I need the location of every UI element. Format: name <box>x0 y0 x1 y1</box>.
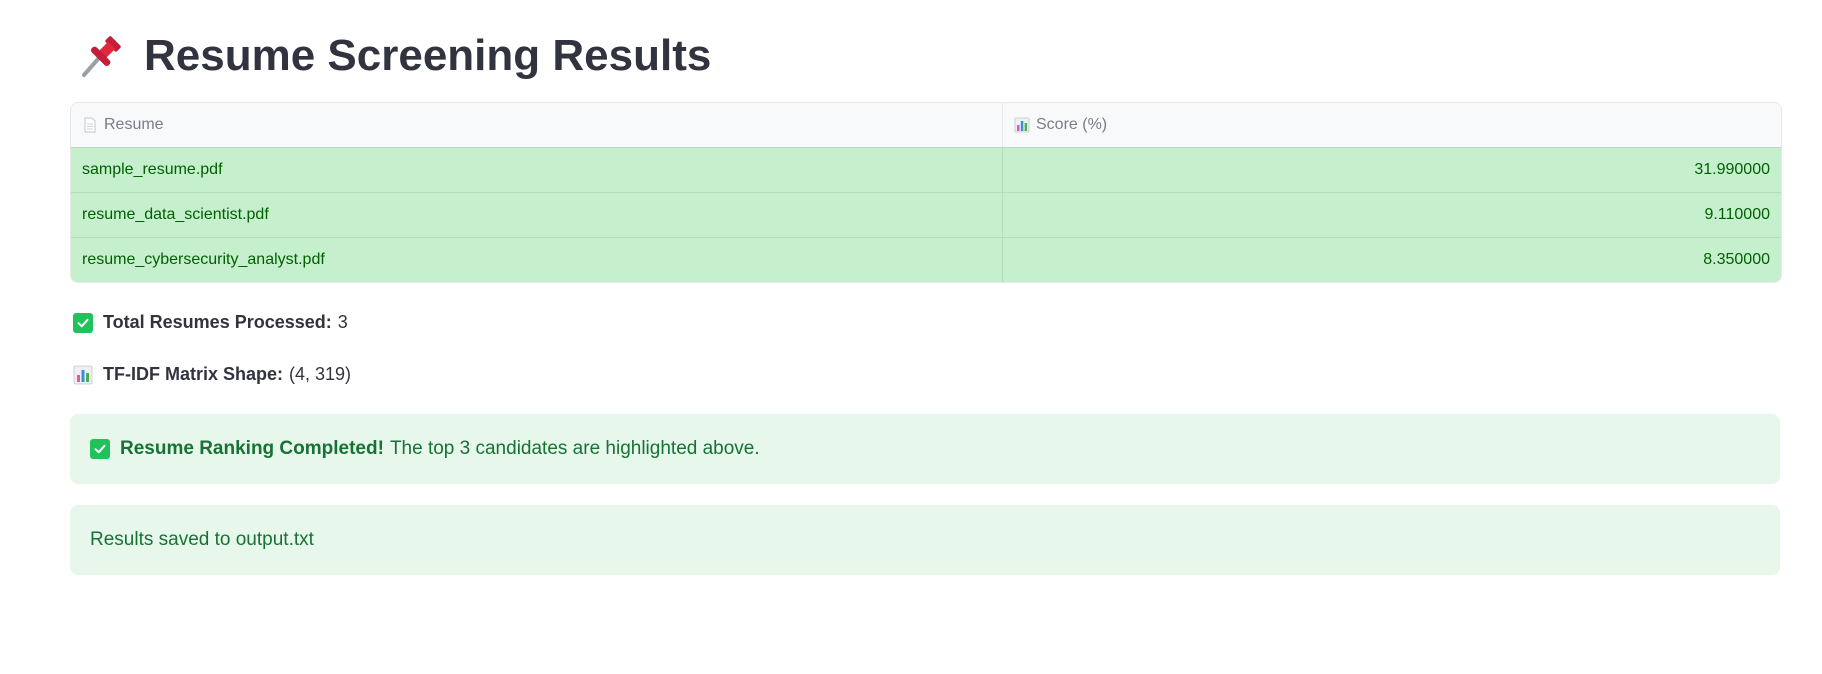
pushpin-icon <box>82 36 121 77</box>
resume-cell[interactable]: sample_resume.pdf <box>71 148 1003 192</box>
score-cell[interactable]: 31.990000 <box>1003 148 1781 192</box>
tfidf-shape-value: (4, 319) <box>289 364 352 384</box>
total-resumes-value: 3 <box>337 312 348 332</box>
ranking-alert-text: The top 3 candidates are highlighted abo… <box>389 438 760 459</box>
column-header-label: Resume <box>104 116 164 133</box>
ranking-success-alert: Resume Ranking Completed! The top 3 cand… <box>70 414 1780 484</box>
column-header-label: Score (%) <box>1036 116 1108 133</box>
score-cell[interactable]: 9.110000 <box>1003 193 1781 237</box>
table-header-row: Resume Score (%) <box>71 103 1781 147</box>
results-table[interactable]: Resume Score (%) sample_resume.pdf 31.99… <box>70 102 1782 283</box>
document-icon <box>84 117 96 133</box>
saved-alert-text: Results saved to output.txt <box>90 529 314 550</box>
bar-chart-icon <box>73 365 93 384</box>
tfidf-shape-stat: TF-IDF Matrix Shape: (4, 319) <box>73 364 351 385</box>
column-header-resume[interactable]: Resume <box>71 103 1003 147</box>
table-row[interactable]: resume_cybersecurity_analyst.pdf 8.35000… <box>71 237 1781 282</box>
ranking-alert-title: Resume Ranking Completed! <box>120 438 384 459</box>
page-title: Resume Screening Results <box>76 26 711 86</box>
table-row[interactable]: sample_resume.pdf 31.990000 <box>71 147 1781 192</box>
check-icon <box>90 439 110 459</box>
saved-success-alert: Results saved to output.txt <box>70 505 1780 575</box>
resume-cell[interactable]: resume_data_scientist.pdf <box>71 193 1003 237</box>
tfidf-shape-label: TF-IDF Matrix Shape: <box>103 364 284 384</box>
resume-cell[interactable]: resume_cybersecurity_analyst.pdf <box>71 238 1003 282</box>
check-icon <box>73 312 93 333</box>
total-resumes-label: Total Resumes Processed: <box>103 312 332 332</box>
table-row[interactable]: resume_data_scientist.pdf 9.110000 <box>71 192 1781 237</box>
score-cell[interactable]: 8.350000 <box>1003 238 1781 282</box>
page-title-text: Resume Screening Results <box>144 31 712 80</box>
total-resumes-stat: Total Resumes Processed: 3 <box>73 312 348 333</box>
page: Resume Screening Results Resume Score (%… <box>0 0 1822 674</box>
column-header-score[interactable]: Score (%) <box>1003 103 1781 147</box>
bar-chart-icon <box>1014 117 1030 133</box>
